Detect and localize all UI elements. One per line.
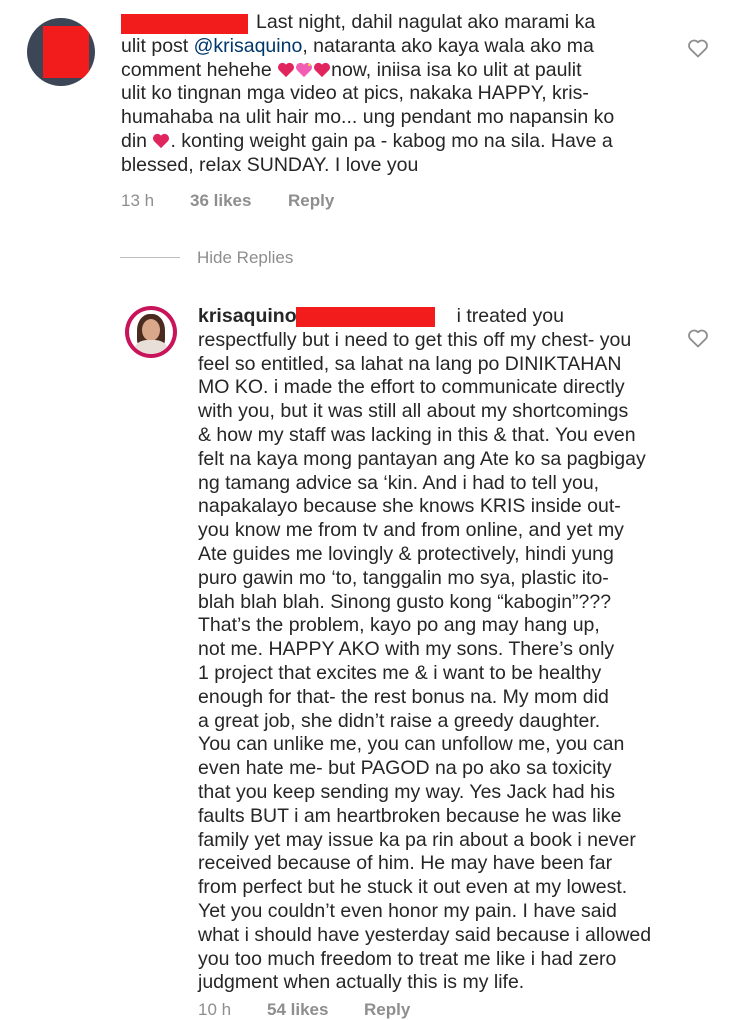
comment-line: That’s the problem, kayo po ang may hang…: [198, 614, 600, 637]
comment-line: from perfect but he stuck it out even at…: [198, 876, 628, 899]
username-link[interactable]: krisaquino: [198, 305, 297, 327]
comment-line: what i should have yesterday said becaus…: [198, 923, 652, 946]
comment-line: you know me from tv and from online, and…: [198, 519, 624, 542]
mention-link[interactable]: @krisaquino: [194, 35, 303, 57]
comment-line: humahaba na ulit hair mo... ung pendant …: [121, 106, 615, 129]
comment-time: 13 h: [121, 191, 155, 210]
comment-line: i treated you: [456, 305, 564, 327]
comment-line: You can unlike me, you can unfollow me, …: [198, 733, 625, 756]
comment-line: Last night, dahil nagulat ako marami ka: [256, 11, 596, 33]
reply-button[interactable]: Reply: [364, 1000, 410, 1020]
avatar-photo: [129, 310, 173, 354]
sparkling-heart-emoji: [295, 59, 313, 81]
comment-line: even hate me- but PAGOD na po ako sa tox…: [198, 757, 612, 780]
reply-button[interactable]: Reply: [288, 191, 334, 211]
comment-line: puro gawin mo ‘to, tanggalin mo sya, pla…: [198, 566, 609, 589]
comment-line: with you, but it was still all about my …: [198, 400, 629, 423]
comment-line: & how my staff was lacking in this & tha…: [198, 423, 636, 446]
comment-line: that you keep sending my way. Yes Jack h…: [198, 780, 615, 803]
heart-emoji: [152, 130, 170, 152]
likes-label: 36 likes: [190, 191, 252, 210]
comment-line: family yet may issue ka pa rin about a b…: [198, 828, 636, 851]
likes-count[interactable]: 54 likes: [267, 1000, 328, 1020]
divider: [120, 257, 180, 258]
redaction-box: [43, 26, 89, 78]
comment-line: napakalayo because she knows KRIS inside…: [198, 495, 621, 518]
comment-line: received because of him. He may have bee…: [198, 852, 613, 875]
comment-line: Ate guides me lovingly & protectively, h…: [198, 542, 614, 565]
reply-label: Reply: [288, 191, 335, 210]
comment-line: 1 project that excites me & i want to be…: [198, 661, 602, 684]
comment-line: faults BUT i am heartbroken because he w…: [198, 804, 622, 827]
comment-line: feel so entitled, sa lahat na lang po DI…: [198, 352, 622, 375]
likes-label: 54 likes: [267, 1000, 329, 1019]
comment-line: Yet you couldn’t even honor my pain. I h…: [198, 899, 617, 922]
comment-line: now, iniisa isa ko ulit at paulit: [331, 58, 582, 81]
comment-line: ng tamang advice sa ‘kin. And i had to t…: [198, 471, 600, 494]
reply-label: Reply: [364, 1000, 411, 1019]
comment-line: a great job, she didn’t raise a greedy d…: [198, 709, 601, 732]
heart-emoji: [313, 59, 331, 81]
comment-line: ulit ko tingnan mga video at pics, nakak…: [121, 82, 589, 105]
comment-time: 10 h: [198, 1000, 232, 1019]
avatar-shirt: [135, 340, 167, 354]
comment-line: ulit post: [121, 34, 194, 57]
like-heart-icon[interactable]: [686, 326, 710, 350]
comment-line: blessed, relax SUNDAY. I love you: [121, 153, 419, 176]
comment-line: din: [121, 129, 153, 152]
like-heart-icon[interactable]: [686, 36, 710, 60]
comment-line: enough for that- the rest bonus na. My m…: [198, 685, 609, 708]
comment-text: krisaquino i treated you respectfully but…: [198, 305, 688, 995]
comment-line: judgment when actually this is my life.: [198, 971, 525, 994]
comment-line: . konting weight gain pa - kabog mo na s…: [170, 129, 613, 152]
comment-line: you too much freedom to treat me like i …: [198, 947, 617, 970]
heart-emoji: [277, 59, 295, 81]
comment-line: respectfully but i need to get this off …: [198, 328, 632, 351]
comment-line: felt na kaya mong pantayan ang Ate ko sa…: [198, 447, 646, 470]
comment-line: MO KO. i made the effort to communicate …: [198, 376, 625, 399]
comment-line: comment hehehe: [121, 58, 278, 81]
avatar-face: [142, 319, 160, 341]
comment-line: , nataranta ako kaya wala ako ma: [302, 34, 594, 57]
comment-line: blah blah blah. Sinong gusto kong “kabog…: [198, 590, 612, 613]
hide-replies-button[interactable]: Hide Replies: [197, 248, 293, 268]
comment-line: not me. HAPPY AKO with my sons. There’s …: [198, 638, 615, 661]
avatar[interactable]: [27, 18, 95, 86]
comment-text: Last night, dahil nagulat ako marami ka …: [121, 11, 681, 178]
likes-count[interactable]: 36 likes: [190, 191, 251, 211]
avatar[interactable]: [125, 306, 177, 358]
